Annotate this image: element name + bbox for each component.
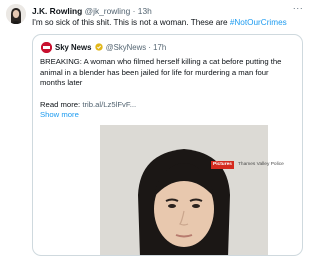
image-source-tag: Pictures	[211, 161, 234, 169]
quoted-author-handle[interactable]: @SkyNews	[106, 43, 146, 52]
quoted-tweet-card[interactable]: Sky News @SkyNews · 17h BREAKING: A woma…	[32, 34, 303, 256]
quoted-text-line: BREAKING: A woman who filmed herself kil…	[40, 57, 282, 66]
tweet-timestamp[interactable]: 13h	[138, 6, 152, 16]
quoted-tweet-text: BREAKING: A woman who filmed herself kil…	[40, 57, 302, 89]
verified-badge-icon	[94, 43, 103, 51]
tweet: J.K. Rowling @jk_rowling · 13h ··· I'm s…	[0, 0, 311, 256]
quoted-tweet-image[interactable]	[100, 125, 268, 255]
author-name[interactable]: J.K. Rowling	[32, 6, 82, 16]
read-more-line: Read more: trib.al/Lz5lFvF...	[40, 100, 136, 110]
quoted-author-name[interactable]: Sky News	[55, 43, 91, 52]
quoted-separator: ·	[148, 43, 151, 52]
quoted-timestamp[interactable]: 17h	[153, 43, 166, 52]
quoted-text-line: animal in a blender has been jailed for …	[40, 67, 269, 77]
sky-news-avatar[interactable]	[41, 42, 52, 53]
more-options-icon[interactable]: ···	[291, 3, 305, 15]
header-separator: ·	[132, 6, 136, 16]
tweet-text: I'm so sick of this shit. This is not a …	[32, 17, 307, 28]
read-more-link[interactable]: trib.al/Lz5lFvF...	[82, 100, 136, 109]
read-more-prefix: Read more:	[40, 100, 83, 109]
tweet-header: J.K. Rowling @jk_rowling · 13h	[32, 5, 152, 17]
quoted-tweet-header: Sky News @SkyNews · 17h	[55, 42, 166, 53]
quoted-text-line: months later	[40, 78, 83, 87]
hashtag-link[interactable]: #NotOurCrimes	[230, 18, 287, 27]
author-avatar[interactable]	[6, 4, 26, 24]
tweet-text-body: I'm so sick of this shit. This is not a …	[32, 18, 230, 27]
image-credit: Thames Valley Police	[238, 162, 284, 167]
show-more-link[interactable]: Show more	[40, 110, 79, 120]
author-handle[interactable]: @jk_rowling	[85, 6, 131, 16]
